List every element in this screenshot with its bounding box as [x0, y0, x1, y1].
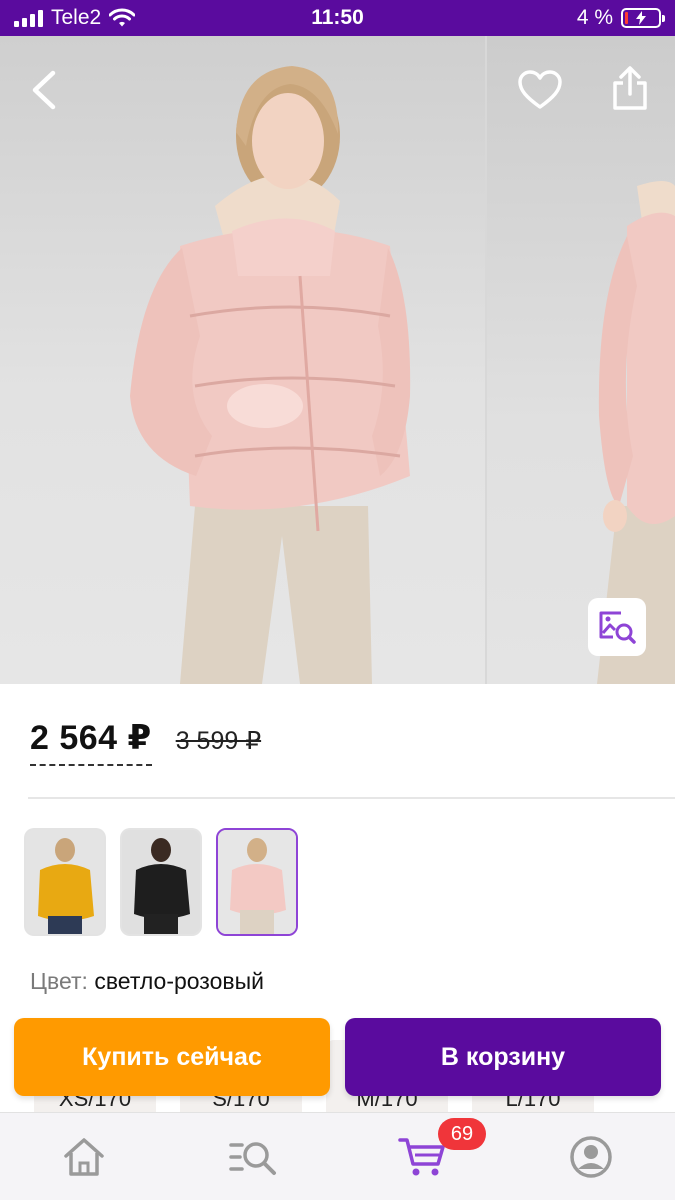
battery-percent: 4 %: [576, 6, 613, 29]
old-price: 3 599 ₽: [175, 727, 262, 755]
status-bar: Tele2 11:50 4 %: [0, 0, 675, 36]
current-price[interactable]: 2 564 ₽: [30, 718, 152, 766]
buy-now-button[interactable]: Купить сейчас: [14, 1018, 330, 1096]
share-icon: [613, 66, 647, 110]
variant-thumbnail-light-pink: [218, 830, 296, 934]
tab-catalog[interactable]: [223, 1133, 283, 1181]
clock: 11:50: [311, 6, 364, 29]
color-value: светло-розовый: [94, 968, 264, 994]
cart-badge: 69: [438, 1118, 486, 1150]
home-icon: [64, 1138, 104, 1176]
variant-black[interactable]: [120, 828, 202, 936]
variant-yellow[interactable]: [24, 828, 106, 936]
share-button[interactable]: [602, 60, 658, 116]
add-to-cart-button[interactable]: В корзину: [345, 1018, 661, 1096]
product-photo[interactable]: [0, 36, 485, 684]
profile-icon: [570, 1136, 612, 1178]
tab-home[interactable]: [54, 1133, 114, 1181]
price-row: 2 564 ₽ 3 599 ₽: [30, 718, 261, 766]
back-arrow-icon: [32, 70, 56, 110]
bottom-tab-bar: [0, 1112, 675, 1200]
color-label: Цвет: светло-розовый: [30, 968, 264, 995]
status-right: 4 %: [576, 6, 665, 30]
tab-profile[interactable]: [561, 1133, 621, 1181]
battery-charging-icon: [621, 8, 665, 28]
cart-icon: [398, 1138, 445, 1176]
next-product-photo[interactable]: [487, 36, 675, 684]
variant-light-pink[interactable]: [216, 828, 298, 936]
catalog-search-icon: [229, 1142, 276, 1175]
color-key: Цвет:: [30, 968, 88, 994]
color-variants: [24, 828, 298, 936]
back-button[interactable]: [16, 62, 72, 118]
image-search-button[interactable]: [588, 598, 646, 656]
favorite-button[interactable]: [512, 62, 568, 118]
divider: [28, 797, 675, 799]
model-photo-illustration: [130, 66, 411, 684]
variant-thumbnail-black: [122, 830, 200, 934]
heart-icon: [518, 70, 562, 109]
model-photo-illustration-next: [597, 181, 675, 684]
product-gallery[interactable]: [0, 36, 675, 684]
variant-thumbnail-yellow: [26, 830, 104, 934]
image-search-icon: [599, 611, 636, 644]
